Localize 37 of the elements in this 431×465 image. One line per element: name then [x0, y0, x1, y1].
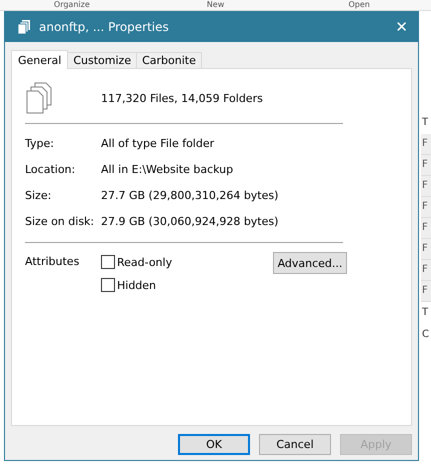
list-cell: F [421, 239, 431, 260]
documents-icon [25, 82, 53, 114]
attributes-label: Attributes [25, 254, 80, 270]
property-value: All of type File folder [101, 136, 214, 150]
list-cell: F [421, 197, 431, 218]
property-label: Location: [25, 162, 76, 176]
property-label: Size: [25, 188, 52, 202]
documents-icon [17, 19, 31, 35]
list-cell: F [421, 176, 431, 197]
list-label: T [421, 116, 430, 130]
tab[interactable]: General [11, 50, 68, 69]
close-button[interactable]: ✕ [395, 17, 408, 37]
window-title: anonftp, ... Properties [39, 20, 170, 34]
property-value: 27.9 GB (30,060,924,928 bytes) [101, 214, 278, 228]
ribbon-label[interactable]: New [144, 0, 288, 10]
list-label: C [421, 328, 430, 342]
advanced-button[interactable]: Advanced... [273, 252, 347, 274]
list-cell: F [421, 134, 431, 155]
property-label: Size on disk: [25, 214, 96, 228]
dialog-button[interactable]: Cancel [259, 434, 331, 455]
checkbox-label[interactable]: Hidden [117, 278, 156, 292]
list-cell: F [421, 155, 431, 176]
dialog-button[interactable]: OK [178, 434, 250, 455]
list-cell: F [421, 260, 431, 281]
checkbox[interactable] [101, 278, 115, 292]
property-value: 27.7 GB (29,800,310,264 bytes) [101, 188, 278, 202]
list-label: T [421, 306, 430, 320]
ribbon-label[interactable]: Open [287, 0, 431, 10]
tab[interactable]: Carbonite [136, 52, 202, 68]
ribbon-label[interactable]: Organize [0, 0, 144, 10]
property-label: Type: [25, 136, 55, 150]
file-count-text: 117,320 Files, 14,059 Folders [101, 92, 263, 104]
list-cell: F [421, 218, 431, 239]
property-value: All in E:\Website backup [101, 162, 234, 176]
checkbox[interactable] [101, 255, 115, 269]
list-cell: F [421, 281, 431, 302]
checkbox-label[interactable]: Read-only [117, 256, 172, 268]
